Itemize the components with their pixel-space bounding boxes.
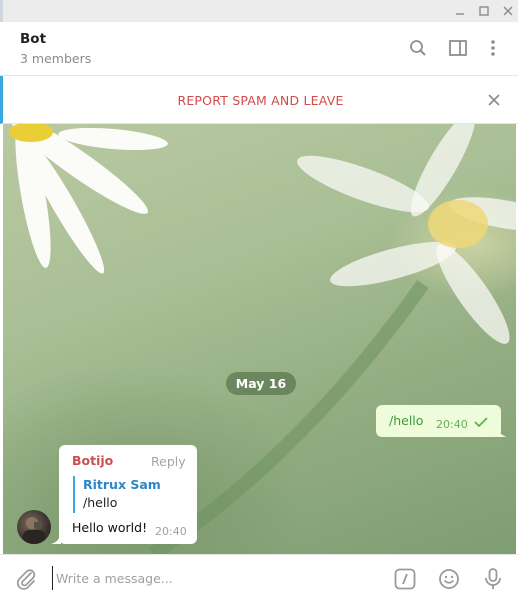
attach-button[interactable] — [14, 567, 38, 591]
report-spam-bar: REPORT SPAM AND LEAVE — [0, 76, 518, 124]
maximize-button[interactable] — [473, 2, 495, 20]
window-titlebar — [0, 0, 518, 22]
chat-member-count[interactable]: 3 members — [20, 51, 91, 66]
minimize-icon — [456, 13, 464, 15]
incoming-message[interactable]: Botijo Reply Ritrux Sam /hello Hello wor… — [59, 445, 197, 544]
dismiss-spam-bar-button[interactable] — [484, 90, 504, 110]
message-time: 20:40 — [436, 418, 468, 431]
composer — [0, 554, 518, 600]
search-button[interactable] — [405, 35, 431, 61]
sidebar-panel-icon — [449, 40, 467, 56]
date-separator: May 16 — [226, 372, 296, 395]
close-icon — [488, 94, 500, 106]
emoji-icon — [439, 569, 459, 589]
message-input[interactable] — [52, 566, 372, 590]
message-list[interactable]: May 16 /hello 20:40 Botijo Reply Ritrux … — [3, 124, 516, 554]
message-author[interactable]: Botijo — [72, 453, 113, 468]
search-icon — [410, 40, 426, 56]
reply-quote[interactable]: Ritrux Sam /hello — [73, 476, 183, 513]
maximize-icon — [479, 6, 489, 16]
message-text[interactable]: /hello — [389, 413, 423, 428]
minimize-button[interactable] — [449, 2, 471, 20]
quote-author: Ritrux Sam — [83, 477, 161, 492]
emoji-button[interactable] — [436, 566, 462, 592]
message-time: 20:40 — [155, 525, 187, 538]
outgoing-message[interactable]: /hello 20:40 — [376, 405, 501, 437]
quote-text: /hello — [83, 495, 118, 510]
check-icon — [474, 417, 488, 427]
close-icon — [503, 6, 513, 16]
more-vertical-icon — [491, 40, 495, 56]
reply-button[interactable]: Reply — [151, 454, 186, 469]
chat-title[interactable]: Bot — [20, 31, 46, 47]
avatar[interactable] — [17, 510, 51, 544]
message-text[interactable]: Hello world! — [72, 520, 147, 535]
toggle-sidebar-button[interactable] — [445, 35, 471, 61]
bot-command-icon — [394, 568, 416, 590]
more-menu-button[interactable] — [480, 35, 506, 61]
bot-commands-button[interactable] — [392, 566, 418, 592]
report-spam-button[interactable]: REPORT SPAM AND LEAVE — [3, 93, 518, 108]
microphone-icon — [485, 568, 501, 589]
close-window-button[interactable] — [497, 2, 518, 20]
chat-header: Bot 3 members — [0, 22, 518, 76]
voice-record-button[interactable] — [480, 566, 506, 592]
paperclip-icon — [16, 569, 36, 590]
user-photo — [23, 517, 45, 544]
bubble-tail — [497, 426, 507, 437]
bubble-tail — [51, 533, 61, 544]
